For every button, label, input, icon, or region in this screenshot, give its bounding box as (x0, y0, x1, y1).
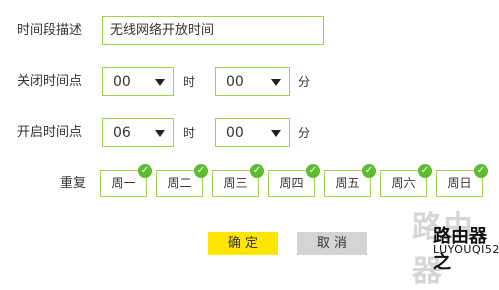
repeat-label: 重复 (60, 176, 87, 191)
ok-button[interactable]: 确 定 (208, 232, 278, 255)
period-input[interactable]: 无线网络开放时间 (102, 16, 324, 45)
close-time-label: 关闭时间点 (17, 74, 83, 89)
day-sat-checkbox[interactable]: 周六 ✓ (380, 164, 432, 197)
check-icon: ✓ (306, 164, 320, 178)
close-minute-select[interactable]: 00 (215, 67, 290, 96)
check-icon: ✓ (250, 164, 264, 178)
open-minute-select[interactable]: 00 (215, 118, 290, 147)
close-hour-unit: 时 (183, 75, 196, 89)
day-sun-checkbox[interactable]: 周日 ✓ (436, 164, 488, 197)
chevron-down-icon (271, 79, 281, 86)
day-label: 周日 (447, 176, 472, 190)
day-mon-checkbox[interactable]: 周一 ✓ (100, 164, 152, 197)
day-label: 周五 (335, 176, 360, 190)
check-icon: ✓ (474, 164, 488, 178)
open-minute-value: 00 (226, 125, 244, 141)
cancel-button[interactable]: 取 消 (297, 232, 367, 255)
day-label: 周二 (167, 176, 192, 190)
open-hour-select[interactable]: 06 (102, 118, 174, 147)
day-label: 周六 (391, 176, 416, 190)
check-icon: ✓ (362, 164, 376, 178)
day-label: 周一 (111, 176, 136, 190)
day-tue-checkbox[interactable]: 周二 ✓ (156, 164, 208, 197)
day-label: 周四 (279, 176, 304, 190)
day-fri-checkbox[interactable]: 周五 ✓ (324, 164, 376, 197)
day-wed-checkbox[interactable]: 周三 ✓ (212, 164, 264, 197)
open-minute-unit: 分 (298, 126, 311, 140)
open-hour-value: 06 (113, 125, 131, 141)
day-label: 周三 (223, 176, 248, 190)
check-icon: ✓ (194, 164, 208, 178)
check-icon: ✓ (418, 164, 432, 178)
close-minute-unit: 分 (298, 75, 311, 89)
close-minute-value: 00 (226, 74, 244, 90)
check-icon: ✓ (138, 164, 152, 178)
chevron-down-icon (271, 130, 281, 137)
open-time-label: 开启时间点 (17, 125, 83, 140)
chevron-down-icon (155, 130, 165, 137)
open-hour-unit: 时 (183, 126, 196, 140)
chevron-down-icon (155, 79, 165, 86)
close-hour-select[interactable]: 00 (102, 67, 174, 96)
day-thu-checkbox[interactable]: 周四 ✓ (268, 164, 320, 197)
watermark-subtitle: LUYOUQI520 (433, 243, 499, 256)
close-hour-value: 00 (113, 74, 131, 90)
period-label: 时间段描述 (17, 23, 83, 38)
